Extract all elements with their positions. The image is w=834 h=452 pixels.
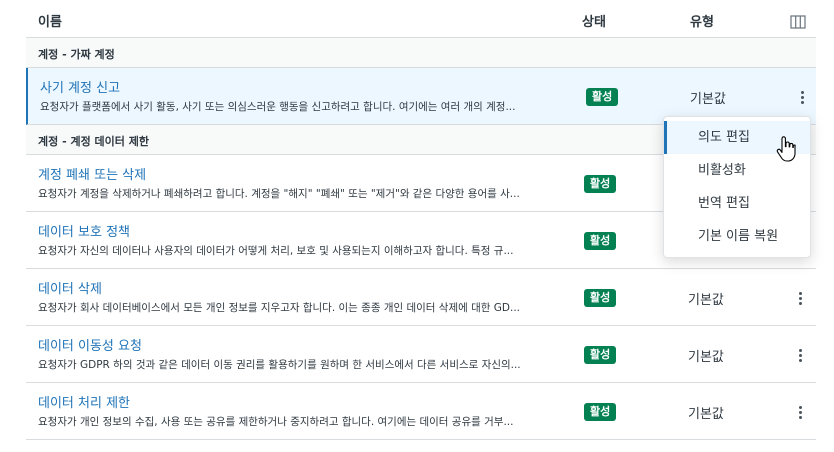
intent-title-link[interactable]: 데이터 이동성 요청 <box>38 335 142 354</box>
more-options-icon[interactable] <box>790 287 810 309</box>
intent-description: 요청자가 개인 정보의 수집, 사용 또는 공유를 제한하거나 중지하려고 합니… <box>38 416 514 428</box>
menu-item-restore-default-name[interactable]: 기본 이름 복원 <box>664 220 810 253</box>
more-options-icon[interactable] <box>790 401 810 423</box>
status-badge: 활성 <box>584 175 617 193</box>
intent-description: 요청자가 회사 데이터베이스에서 모든 개인 정보를 지우고자 합니다. 이는 … <box>38 302 521 314</box>
status-badge: 활성 <box>584 403 617 421</box>
status-badge: 활성 <box>584 289 617 307</box>
column-header-name[interactable]: 이름 <box>38 11 62 30</box>
intent-title-link[interactable]: 데이터 처리 제한 <box>38 392 130 411</box>
intent-title-link[interactable]: 사기 계정 신고 <box>40 77 120 96</box>
type-value: 기본값 <box>690 92 726 107</box>
intent-description: 요청자가 계정을 삭제하거나 폐쇄하려고 합니다. 계정을 "해지" "폐쇄" … <box>38 188 520 200</box>
status-badge: 활성 <box>584 346 617 364</box>
intent-title-link[interactable]: 데이터 삭제 <box>38 278 102 297</box>
more-options-icon[interactable] <box>790 344 810 366</box>
more-options-icon[interactable] <box>792 86 812 108</box>
menu-item-edit-intent[interactable]: 의도 편집 <box>664 121 810 154</box>
status-badge: 활성 <box>586 88 619 106</box>
intent-description: 요청자가 플랫폼에서 사기 활동, 사기 또는 의심스러운 행동을 신고하려고 … <box>40 101 516 113</box>
intent-description: 요청자가 GDPR 하의 것과 같은 데이터 이동 권리를 활용하기를 원하며 … <box>38 359 521 371</box>
columns-icon[interactable] <box>790 14 806 29</box>
group-label: 계정 - 계정 데이터 제한 <box>38 135 149 148</box>
type-value: 기본값 <box>688 350 724 365</box>
column-header-status[interactable]: 상태 <box>582 11 606 30</box>
status-badge: 활성 <box>584 232 617 250</box>
menu-item-deactivate[interactable]: 비활성화 <box>664 154 810 187</box>
intent-title-link[interactable]: 데이터 보호 정책 <box>38 221 130 240</box>
table-row[interactable]: 데이터 처리 제한 요청자가 개인 정보의 수집, 사용 또는 공유를 제한하거… <box>26 383 816 440</box>
type-value: 기본값 <box>688 293 724 308</box>
group-header: 계정 - 가짜 계정 <box>26 38 816 68</box>
table-header: 이름 상태 유형 <box>26 0 816 38</box>
intent-description: 요청자가 자신의 데이터나 사용자의 데이터가 어떻게 처리, 보호 및 사용되… <box>38 245 514 257</box>
group-label: 계정 - 가짜 계정 <box>38 48 115 61</box>
table-row[interactable]: 데이터 삭제 요청자가 회사 데이터베이스에서 모든 개인 정보를 지우고자 합… <box>26 269 816 326</box>
type-value: 기본값 <box>688 407 724 422</box>
intent-title-link[interactable]: 계정 폐쇄 또는 삭제 <box>38 164 146 183</box>
column-header-type[interactable]: 유형 <box>690 11 714 30</box>
menu-item-edit-translation[interactable]: 번역 편집 <box>664 187 810 220</box>
row-actions-menu: 의도 편집 비활성화 번역 편집 기본 이름 복원 <box>663 116 811 258</box>
table-row[interactable]: 데이터 이동성 요청 요청자가 GDPR 하의 것과 같은 데이터 이동 권리를… <box>26 326 816 383</box>
